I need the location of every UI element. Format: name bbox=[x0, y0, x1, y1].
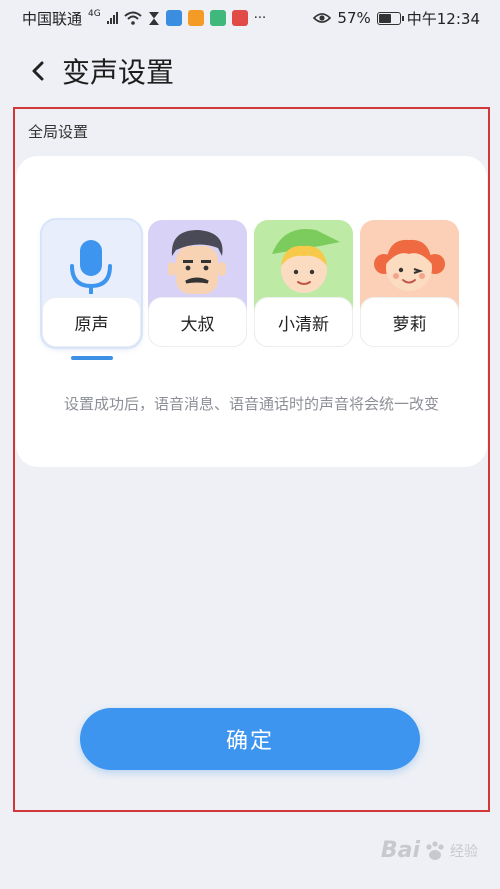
voice-option-original[interactable]: 原声 bbox=[42, 220, 141, 347]
app-notification-icon-1 bbox=[165, 10, 182, 26]
voice-option-fresh[interactable]: 小清新 bbox=[254, 220, 353, 347]
app-notification-icon-4 bbox=[231, 10, 248, 26]
watermark-sub: 经验 bbox=[450, 843, 478, 860]
fresh-avatar-icon bbox=[254, 220, 353, 300]
carrier-name: 中国联通 bbox=[22, 9, 83, 28]
voice-label: 萝莉 bbox=[360, 297, 459, 347]
selected-indicator bbox=[71, 356, 113, 360]
app-notification-icon-2 bbox=[187, 10, 204, 26]
hourglass-icon bbox=[148, 11, 159, 25]
battery-icon bbox=[376, 11, 404, 25]
voice-options: 原声 大叔 小清新 萝莉 bbox=[42, 220, 459, 347]
status-bar: 中国联通 4G ··· 57% 中午12:34 bbox=[0, 0, 500, 36]
app-notification-icon-3 bbox=[209, 10, 226, 26]
watermark-brand: Bai bbox=[380, 838, 420, 863]
uncle-avatar-icon bbox=[148, 220, 247, 300]
paw-icon bbox=[426, 840, 444, 860]
back-button[interactable] bbox=[16, 49, 60, 93]
voice-label: 小清新 bbox=[254, 297, 353, 347]
loli-avatar-icon bbox=[360, 220, 459, 300]
microphone-icon bbox=[42, 220, 141, 300]
battery-percent: 57% bbox=[337, 9, 371, 27]
more-notifications-icon: ··· bbox=[253, 10, 267, 26]
network-type: 4G bbox=[88, 9, 101, 19]
clock: 中午12:34 bbox=[406, 9, 480, 28]
status-right: 57% 中午12:34 bbox=[313, 8, 480, 29]
confirm-button[interactable]: 确定 bbox=[80, 708, 420, 770]
hint-text: 设置成功后，语音消息、语音通话时的声音将会统一改变 bbox=[63, 395, 439, 413]
voice-option-loli[interactable]: 萝莉 bbox=[360, 220, 459, 347]
wifi-icon bbox=[124, 11, 142, 25]
chevron-left-icon bbox=[32, 61, 44, 81]
page-header: 变声设置 bbox=[0, 44, 500, 98]
signal-icon bbox=[106, 12, 118, 24]
voice-option-uncle[interactable]: 大叔 bbox=[148, 220, 247, 347]
status-left: 中国联通 4G ··· bbox=[22, 8, 266, 29]
page-title: 变声设置 bbox=[62, 56, 175, 89]
watermark: Bai 经验 bbox=[381, 838, 478, 863]
section-label: 全局设置 bbox=[28, 123, 89, 141]
voice-label: 大叔 bbox=[148, 297, 247, 347]
voice-label: 原声 bbox=[42, 297, 141, 347]
eye-comfort-icon bbox=[313, 13, 332, 23]
